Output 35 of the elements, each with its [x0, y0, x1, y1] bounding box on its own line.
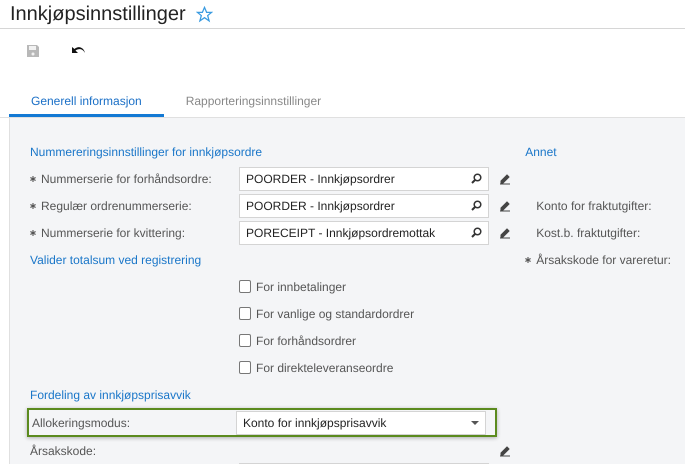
section-heading: Valider totalsum ved registrering — [30, 252, 202, 268]
field-label: Årsakskode for vareretur: — [536, 252, 671, 266]
section-heading: Fordeling av innkjøpsprisavvik — [30, 386, 192, 404]
checkbox-label: For vanlige og standardordrer — [256, 306, 414, 320]
pencil-icon[interactable] — [499, 226, 511, 238]
section-heading: Nummereringsinnstillinger for innkjøpsordre — [30, 144, 264, 160]
field-label: Nummerserie for kvittering: — [41, 226, 186, 240]
pencil-icon[interactable] — [499, 172, 511, 184]
field-label: Konto for fraktutgifter: — [536, 198, 652, 212]
star-icon[interactable] — [196, 6, 213, 23]
checkbox[interactable] — [239, 361, 251, 374]
caret-icon — [471, 420, 479, 424]
lookup-field[interactable]: PORECEIPT - Innkjøpsordremottak — [239, 220, 489, 244]
checkbox-label: For innbetalinger — [256, 280, 346, 294]
section-heading: Annet — [525, 144, 558, 160]
search-icon[interactable] — [471, 200, 482, 211]
field-label: Nummerserie for forhåndsordre: — [41, 172, 212, 186]
tab[interactable]: Rapporteringsinnstillinger — [164, 94, 344, 117]
dropdown[interactable]: Konto for innkjøpsprisavvik — [236, 410, 486, 434]
pencil-icon[interactable] — [499, 200, 511, 212]
checkbox[interactable] — [239, 280, 251, 293]
field-label: Kost.b. fraktutgifter: — [536, 226, 640, 240]
lookup-field[interactable]: POORDER - Innkjøpsordrer — [239, 166, 489, 190]
page-title: Innkjøpsinnstillinger — [10, 2, 186, 26]
search-icon[interactable] — [471, 227, 482, 238]
field-label: Regulær ordrenummerserie: — [41, 198, 192, 212]
checkbox[interactable] — [239, 307, 251, 320]
lookup-field[interactable]: POORDER - Innkjøpsordrer — [239, 194, 489, 218]
checkbox[interactable] — [239, 334, 251, 347]
field-label: Allokeringsmodus: — [32, 416, 132, 430]
search-icon[interactable] — [471, 173, 482, 184]
pencil-icon[interactable] — [499, 444, 511, 456]
checkbox-label: For direkteleveranseordre — [256, 360, 394, 374]
checkbox-label: For forhåndsordrer — [256, 334, 356, 348]
field-label: Årsakskode: — [30, 444, 98, 458]
